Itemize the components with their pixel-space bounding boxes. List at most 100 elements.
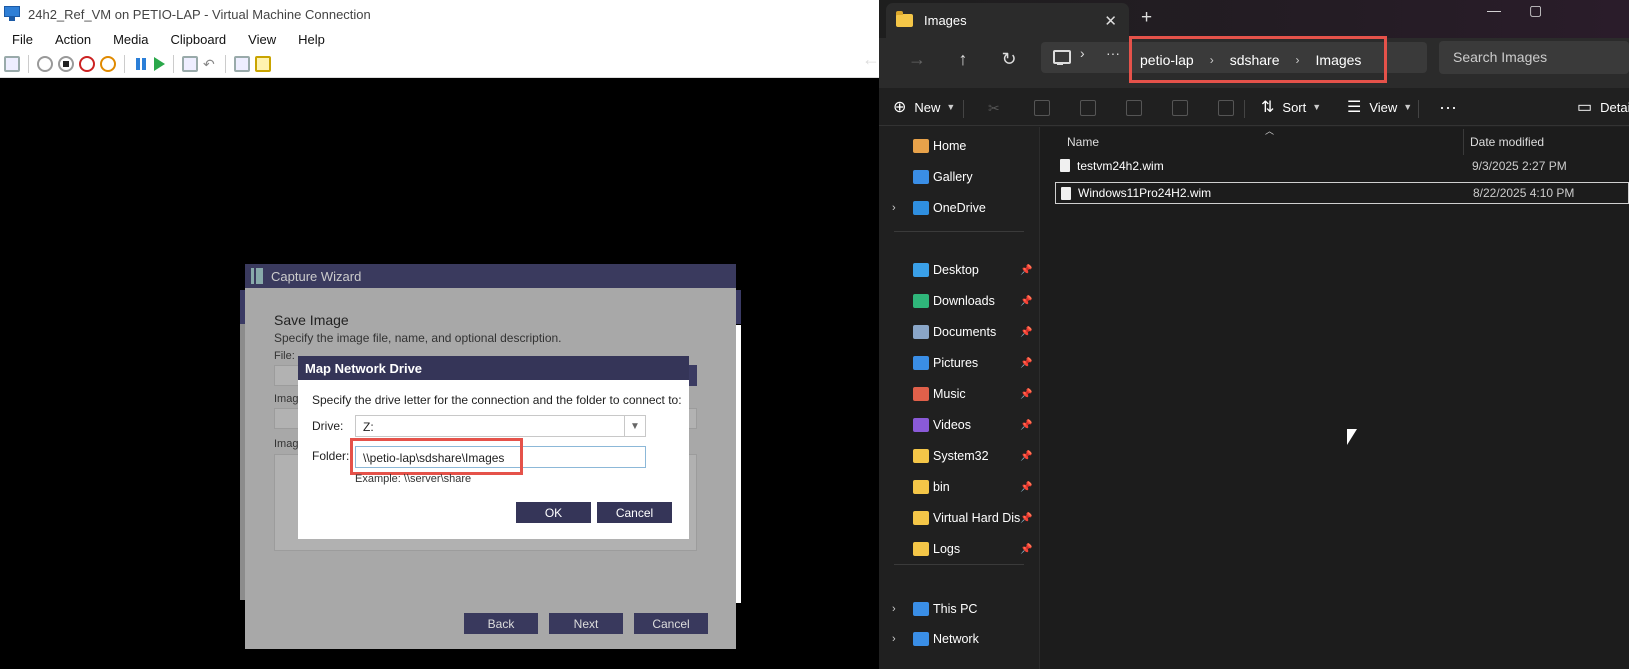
up-arrow-icon[interactable]: ↑ xyxy=(950,49,976,70)
nav-item-logs[interactable]: Logs 📌 xyxy=(879,534,1032,564)
this-pc-icon xyxy=(913,602,929,616)
share-icon[interactable] xyxy=(1172,100,1188,116)
search-input[interactable]: Search Images xyxy=(1439,41,1629,74)
menu-clipboard[interactable]: Clipboard xyxy=(159,32,237,47)
documents-icon xyxy=(913,325,929,339)
nav-item-label: Music xyxy=(933,387,966,401)
explorer-command-bar: ⊕ New ▼ ✂ ⇅ Sort ▼ ☰ View ▼ ··· ▭ Deta xyxy=(879,88,1629,126)
minimize-icon[interactable]: — xyxy=(1487,2,1501,18)
nav-item-system32[interactable]: System32 📌 xyxy=(879,441,1032,471)
folder-icon xyxy=(913,449,929,463)
revert-icon[interactable]: ↶ xyxy=(203,57,217,71)
explorer-tab[interactable]: Images ✕ xyxy=(886,3,1129,38)
navigation-pane: Home Gallery › OneDrive Desktop 📌 Downloads 📌 Do… xyxy=(879,127,1036,669)
breadcrumb-images[interactable]: Images xyxy=(1316,52,1362,68)
chevron-right-icon[interactable]: › xyxy=(1080,45,1085,61)
pin-icon: 📌 xyxy=(1020,264,1033,276)
breadcrumb-sdshare[interactable]: sdshare xyxy=(1230,52,1280,68)
folder-label: Folder: xyxy=(312,449,350,463)
downloads-icon xyxy=(913,294,929,308)
new-tab-icon[interactable]: + xyxy=(1141,7,1152,29)
new-button[interactable]: ⊕ New ▼ xyxy=(893,94,955,120)
back-button[interactable]: Back xyxy=(464,613,538,634)
pin-icon: 📌 xyxy=(1020,295,1033,307)
nav-item-label: Gallery xyxy=(933,170,973,184)
back-arrow-icon[interactable]: ← xyxy=(858,49,884,70)
explorer-address-bar: ← → ↑ ↻ › ··· petio-lap › sdshare › Imag… xyxy=(862,36,1629,88)
next-button[interactable]: Next xyxy=(549,613,623,634)
wizard-cancel-button[interactable]: Cancel xyxy=(634,613,708,634)
start-icon[interactable] xyxy=(37,55,53,72)
file-label: File: xyxy=(274,350,295,362)
ctrl-alt-del-icon[interactable] xyxy=(4,55,20,72)
rename-icon[interactable] xyxy=(1126,100,1142,116)
save-icon[interactable] xyxy=(100,55,116,72)
toolbar-divider xyxy=(173,54,174,73)
column-divider[interactable] xyxy=(1463,129,1464,155)
nav-item-pictures[interactable]: Pictures 📌 xyxy=(879,348,1032,378)
nav-item-desktop[interactable]: Desktop 📌 xyxy=(879,255,1033,285)
paste-icon[interactable] xyxy=(1080,100,1096,116)
checkpoint-icon[interactable] xyxy=(182,55,198,72)
delete-icon[interactable] xyxy=(1218,100,1234,116)
more-icon[interactable]: ··· xyxy=(1106,45,1120,61)
chevron-down-icon: ▼ xyxy=(946,102,956,112)
menu-view[interactable]: View xyxy=(236,32,286,47)
drive-select[interactable]: Z: ▼ xyxy=(355,415,646,437)
view-button[interactable]: ☰ View ▼ xyxy=(1347,94,1412,120)
breadcrumb-petio-lap[interactable]: petio-lap xyxy=(1140,52,1194,68)
nav-item-virtual-hard-disks[interactable]: Virtual Hard Disks📌 xyxy=(879,503,1032,533)
nav-item-documents[interactable]: Documents 📌 xyxy=(879,317,1033,347)
chevron-down-icon[interactable]: ▼ xyxy=(624,416,645,436)
enhanced-session-icon[interactable] xyxy=(234,55,250,72)
expand-chevron-icon[interactable]: › xyxy=(892,603,896,615)
turn-off-icon[interactable] xyxy=(58,55,74,72)
nav-item-bin[interactable]: bin 📌 xyxy=(879,472,1032,502)
nav-item-videos[interactable]: Videos 📌 xyxy=(879,410,1032,440)
command-divider xyxy=(1418,100,1419,118)
nav-item-home[interactable]: Home xyxy=(879,131,1029,161)
nav-item-this-pc[interactable]: › This PC xyxy=(879,594,1029,624)
more-options-icon[interactable]: ··· xyxy=(1439,94,1457,120)
close-tab-icon[interactable]: ✕ xyxy=(1104,12,1117,30)
shutdown-icon[interactable] xyxy=(79,55,95,72)
details-pane-icon: ▭ xyxy=(1577,99,1593,116)
nav-item-onedrive[interactable]: › OneDrive xyxy=(879,193,1029,223)
forward-arrow-icon[interactable]: → xyxy=(904,49,930,70)
nav-item-label: Logs xyxy=(933,542,961,556)
sort-button[interactable]: ⇅ Sort ▼ xyxy=(1261,94,1321,120)
file-icon xyxy=(1060,159,1070,172)
vm-toolbar: ↶ xyxy=(0,50,879,78)
refresh-icon[interactable]: ↻ xyxy=(996,49,1022,70)
command-divider xyxy=(1244,100,1245,118)
share-icon[interactable] xyxy=(255,55,271,72)
this-pc-icon[interactable] xyxy=(1051,45,1073,71)
pin-icon: 📌 xyxy=(1020,326,1033,338)
menu-help[interactable]: Help xyxy=(286,32,335,47)
nav-item-music[interactable]: Music 📌 xyxy=(879,379,1032,409)
table-row[interactable]: testvm24h2.wim 9/3/2025 2:27 PM xyxy=(1055,155,1629,177)
menu-media[interactable]: Media xyxy=(101,32,158,47)
column-header-name[interactable]: Name xyxy=(1067,127,1099,157)
file-date: 9/3/2025 2:27 PM xyxy=(1472,159,1567,173)
copy-icon[interactable] xyxy=(1034,100,1050,116)
details-button[interactable]: ▭ Details xyxy=(1577,94,1629,120)
nav-item-label: Network xyxy=(933,632,979,646)
pause-icon[interactable] xyxy=(133,56,149,72)
resume-icon[interactable] xyxy=(154,56,165,71)
expand-chevron-icon[interactable]: › xyxy=(892,633,896,645)
vm-connection-window: 24h2_Ref_VM on PETIO-LAP - Virtual Machi… xyxy=(0,0,879,669)
map-drive-cancel-button[interactable]: Cancel xyxy=(597,502,672,523)
nav-item-downloads[interactable]: Downloads 📌 xyxy=(879,286,1033,316)
maximize-icon[interactable]: ▢ xyxy=(1529,2,1542,19)
table-row[interactable]: Windows11Pro24H2.wim 8/22/2025 4:10 PM xyxy=(1055,182,1629,204)
nav-item-network[interactable]: › Network xyxy=(879,624,1029,654)
column-header-date[interactable]: Date modified xyxy=(1470,127,1544,157)
menu-file[interactable]: File xyxy=(0,32,43,47)
expand-chevron-icon[interactable]: › xyxy=(892,202,896,214)
nav-item-gallery[interactable]: Gallery xyxy=(879,162,1029,192)
cut-icon[interactable]: ✂ xyxy=(988,100,1004,116)
ok-button[interactable]: OK xyxy=(516,502,591,523)
menu-action[interactable]: Action xyxy=(43,32,101,47)
network-icon xyxy=(913,632,929,646)
